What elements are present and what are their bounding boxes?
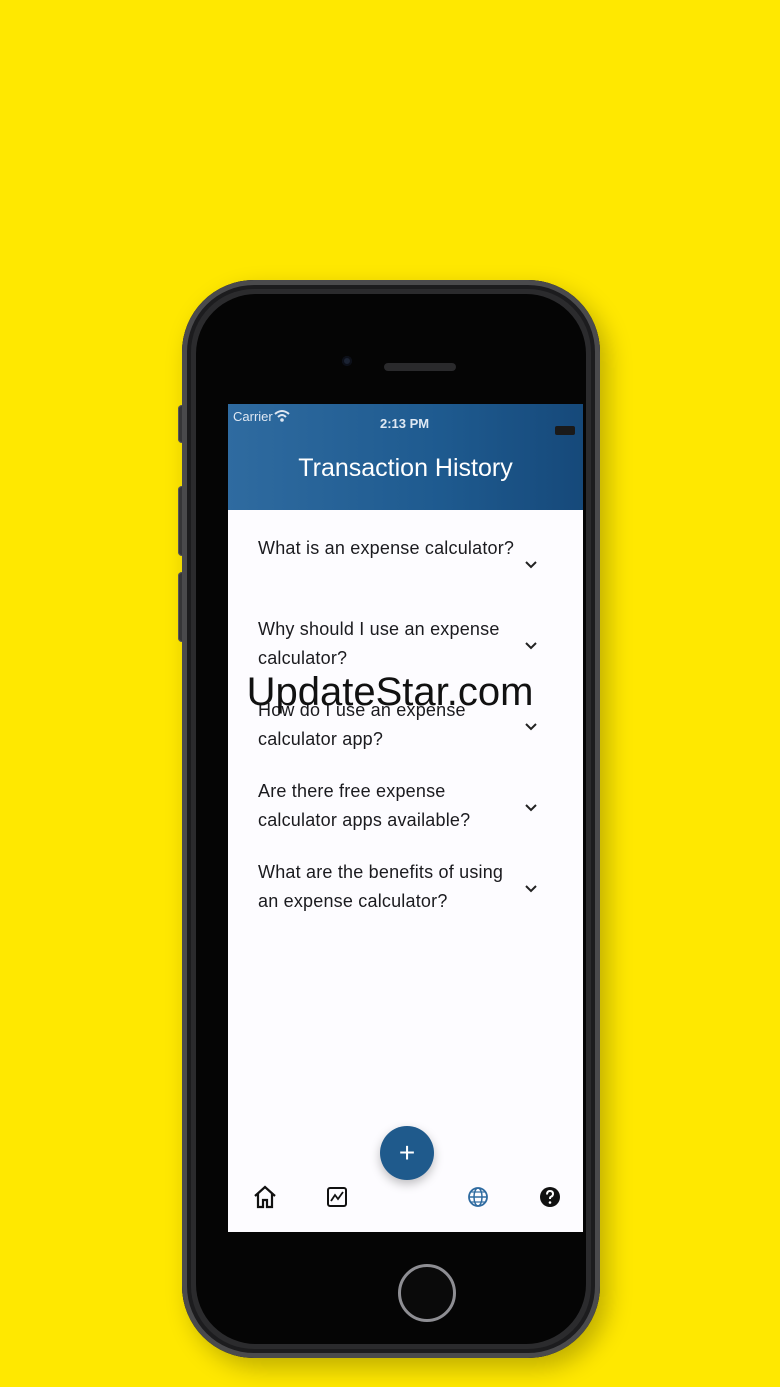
status-time: 2:13 PM <box>380 416 430 431</box>
tab-stats[interactable] <box>320 1180 354 1214</box>
faq-item[interactable]: What is an expense calculator? <box>228 528 583 609</box>
faq-item[interactable]: Why should I use an expense calculator? <box>228 609 583 690</box>
home-icon <box>254 1185 276 1209</box>
tab-home[interactable] <box>248 1180 282 1214</box>
chevron-down-icon <box>525 561 537 569</box>
chart-icon <box>327 1187 347 1207</box>
app-header: Carrier 2:13 PM Transaction History <box>228 404 583 510</box>
faq-question: Are there free expense calculator apps a… <box>258 781 471 830</box>
add-transaction-button[interactable]: + <box>380 1126 434 1180</box>
front-camera <box>342 356 352 366</box>
faq-question: What are the benefits of using an expens… <box>258 862 504 911</box>
faq-item[interactable]: How do I use an expense calculator app? <box>228 690 583 771</box>
globe-icon <box>468 1187 488 1207</box>
chevron-down-icon <box>525 723 537 731</box>
tab-bar: + <box>228 1126 583 1232</box>
faq-item[interactable]: Are there free expense calculator apps a… <box>228 771 583 852</box>
wifi-icon <box>274 410 290 422</box>
faq-question: What is an expense calculator? <box>258 538 515 558</box>
page-title: Transaction History <box>298 454 513 482</box>
earpiece-speaker <box>384 363 456 371</box>
status-carrier: Carrier <box>233 409 273 424</box>
help-icon <box>540 1187 560 1207</box>
faq-question: How do I use an expense calculator app? <box>258 700 466 749</box>
faq-list: What is an expense calculator? Why shoul… <box>228 528 583 933</box>
chevron-down-icon <box>525 642 537 650</box>
tab-help[interactable] <box>533 1180 567 1214</box>
battery-icon <box>555 426 575 435</box>
faq-question: Why should I use an expense calculator? <box>258 619 500 668</box>
chevron-down-icon <box>525 804 537 812</box>
faq-item[interactable]: What are the benefits of using an expens… <box>228 852 583 933</box>
stage: Carrier 2:13 PM Transaction History What… <box>0 0 780 1387</box>
home-button[interactable] <box>398 1264 456 1322</box>
tab-globe[interactable] <box>461 1180 495 1214</box>
app-screen: Carrier 2:13 PM Transaction History What… <box>228 404 583 1232</box>
chevron-down-icon <box>525 885 537 893</box>
